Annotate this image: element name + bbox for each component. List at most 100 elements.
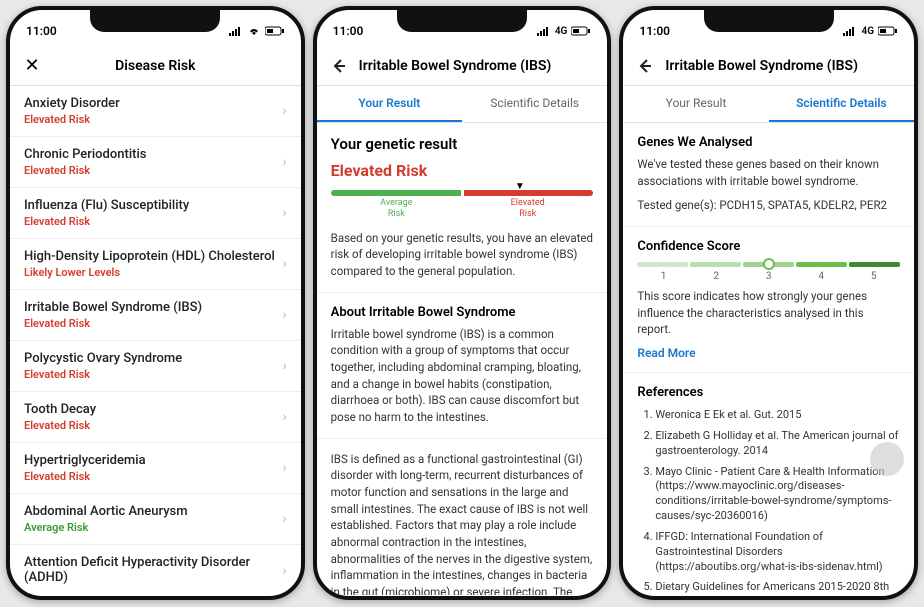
chevron-right-icon: ›: [282, 460, 286, 476]
chevron-right-icon: ›: [282, 256, 286, 272]
disease-name: Chronic Periodontitis: [24, 147, 282, 162]
genes-tested: Tested gene(s): PCDH15, SPATA5, KDELR2, …: [637, 197, 900, 214]
disease-row[interactable]: Tooth Decay Elevated Risk ›: [10, 392, 301, 443]
result-body: Based on your genetic results, you have …: [331, 230, 594, 280]
tabs: Your Result Scientific Details: [317, 86, 608, 123]
confidence-tick: 3: [742, 271, 795, 282]
tab-scientific-details[interactable]: Scientific Details: [462, 86, 607, 122]
disease-row[interactable]: Attention Deficit Hyperactivity Disorder…: [10, 545, 301, 596]
disease-row[interactable]: High-Density Lipoprotein (HDL) Cholester…: [10, 239, 301, 290]
header: Irritable Bowel Syndrome (IBS): [623, 46, 914, 86]
risk-badge: Elevated Risk: [24, 317, 282, 330]
risk-badge: Elevated Risk: [24, 419, 282, 432]
about-heading: About Irritable Bowel Syndrome: [331, 305, 594, 320]
close-icon[interactable]: ✕: [22, 56, 42, 76]
network-4g: 4G: [861, 26, 874, 37]
genes-section: Genes We Analysed We've tested these gen…: [623, 123, 914, 227]
wifi-icon: [247, 26, 261, 36]
confidence-segment: [637, 262, 688, 267]
status-time: 11:00: [333, 24, 364, 38]
tab-scientific-details[interactable]: Scientific Details: [769, 86, 914, 122]
chevron-right-icon: ›: [282, 103, 286, 119]
chevron-right-icon: ›: [282, 205, 286, 221]
notch: [704, 10, 834, 32]
disease-row[interactable]: Chronic Periodontitis Elevated Risk ›: [10, 137, 301, 188]
disease-list-scroll[interactable]: Anxiety Disorder Elevated Risk › Chronic…: [10, 86, 301, 596]
read-more-link[interactable]: Read More: [637, 346, 900, 360]
back-icon[interactable]: [635, 56, 655, 76]
status-time: 11:00: [639, 24, 670, 38]
disease-name: Anxiety Disorder: [24, 96, 282, 111]
bar-average: [331, 190, 461, 196]
chevron-right-icon: ›: [282, 511, 286, 527]
confidence-tick: 4: [795, 271, 848, 282]
battery-icon: [571, 26, 591, 36]
reference-item: Dietary Guidelines for Americans 2015-20…: [655, 580, 900, 595]
confidence-labels: 12345: [637, 271, 900, 282]
about-section: About Irritable Bowel Syndrome Irritable…: [317, 293, 608, 439]
risk-badge: Elevated Risk: [24, 113, 282, 126]
tab-your-result[interactable]: Your Result: [317, 86, 462, 122]
page-title: Irritable Bowel Syndrome (IBS): [359, 58, 552, 74]
back-icon[interactable]: [329, 56, 349, 76]
chevron-right-icon: ›: [282, 307, 286, 323]
confidence-body: This score indicates how strongly your g…: [637, 288, 900, 338]
floating-action-icon[interactable]: [870, 442, 904, 476]
battery-icon: [878, 26, 898, 36]
notch: [90, 10, 220, 32]
header: ✕ Disease Risk: [10, 46, 301, 86]
confidence-segment: [796, 262, 847, 267]
disease-name: Attention Deficit Hyperactivity Disorder…: [24, 555, 282, 585]
confidence-thumb-icon: [763, 258, 775, 270]
disease-row[interactable]: Polycystic Ovary Syndrome Elevated Risk …: [10, 341, 301, 392]
battery-icon: [265, 26, 285, 36]
header: Irritable Bowel Syndrome (IBS): [317, 46, 608, 86]
detail-section: IBS is defined as a functional gastroint…: [317, 439, 608, 595]
disease-name: Tooth Decay: [24, 402, 282, 417]
bar-label-elevated: ElevatedRisk: [462, 198, 593, 220]
risk-badge: Elevated Risk: [24, 215, 282, 228]
signal-icon: [537, 26, 551, 36]
scientific-scroll[interactable]: Genes We Analysed We've tested these gen…: [623, 123, 914, 595]
confidence-segment: [849, 262, 900, 267]
bar-elevated: [464, 190, 594, 196]
signal-icon: [229, 26, 243, 36]
disease-row[interactable]: Hypertriglyceridemia Elevated Risk ›: [10, 443, 301, 494]
result-heading: Your genetic result: [331, 135, 594, 153]
disease-name: Abdominal Aortic Aneurysm: [24, 504, 282, 519]
phone-scientific: 11:00 4G Irritable Bowel Syndrome (IBS) …: [619, 6, 918, 600]
genetic-result-section: Your genetic result Elevated Risk ▼ Aver…: [317, 123, 608, 293]
status-icons: [229, 26, 285, 36]
confidence-segment: [690, 262, 741, 267]
genes-body: We've tested these genes based on their …: [637, 156, 900, 189]
bar-label-average: AverageRisk: [331, 198, 462, 220]
phone-result: 11:00 4G Irritable Bowel Syndrome (IBS) …: [313, 6, 612, 600]
references-section: References Weronica E Ek et al. Gut. 201…: [623, 373, 914, 595]
confidence-heading: Confidence Score: [637, 239, 900, 254]
risk-badge: Elevated Risk: [24, 368, 282, 381]
disease-row[interactable]: Anxiety Disorder Elevated Risk ›: [10, 86, 301, 137]
disease-row[interactable]: Irritable Bowel Syndrome (IBS) Elevated …: [10, 290, 301, 341]
risk-value: Elevated Risk: [331, 161, 594, 180]
chevron-right-icon: ›: [282, 409, 286, 425]
chevron-right-icon: ›: [282, 563, 286, 579]
confidence-tick: 5: [847, 271, 900, 282]
risk-badge: Elevated Risk: [24, 164, 282, 177]
status-icons: 4G: [843, 26, 898, 37]
risk-badge: Elevated Risk: [24, 470, 282, 483]
risk-badge: Average Risk: [24, 521, 282, 534]
disease-name: High-Density Lipoprotein (HDL) Cholester…: [24, 249, 282, 264]
about-body: Irritable bowel syndrome (IBS) is a comm…: [331, 326, 594, 426]
detail-body: IBS is defined as a functional gastroint…: [331, 451, 594, 595]
confidence-section: Confidence Score 12345 This score indica…: [623, 227, 914, 373]
result-scroll[interactable]: Your genetic result Elevated Risk ▼ Aver…: [317, 123, 608, 595]
disease-name: Irritable Bowel Syndrome (IBS): [24, 300, 282, 315]
disease-row[interactable]: Abdominal Aortic Aneurysm Average Risk ›: [10, 494, 301, 545]
references-list: Weronica E Ek et al. Gut. 2015Elizabeth …: [637, 408, 900, 595]
confidence-tick: 2: [690, 271, 743, 282]
signal-icon: [843, 26, 857, 36]
disease-row[interactable]: Influenza (Flu) Susceptibility Elevated …: [10, 188, 301, 239]
page-title: Irritable Bowel Syndrome (IBS): [665, 58, 858, 74]
tab-your-result[interactable]: Your Result: [623, 86, 768, 122]
notch: [397, 10, 527, 32]
